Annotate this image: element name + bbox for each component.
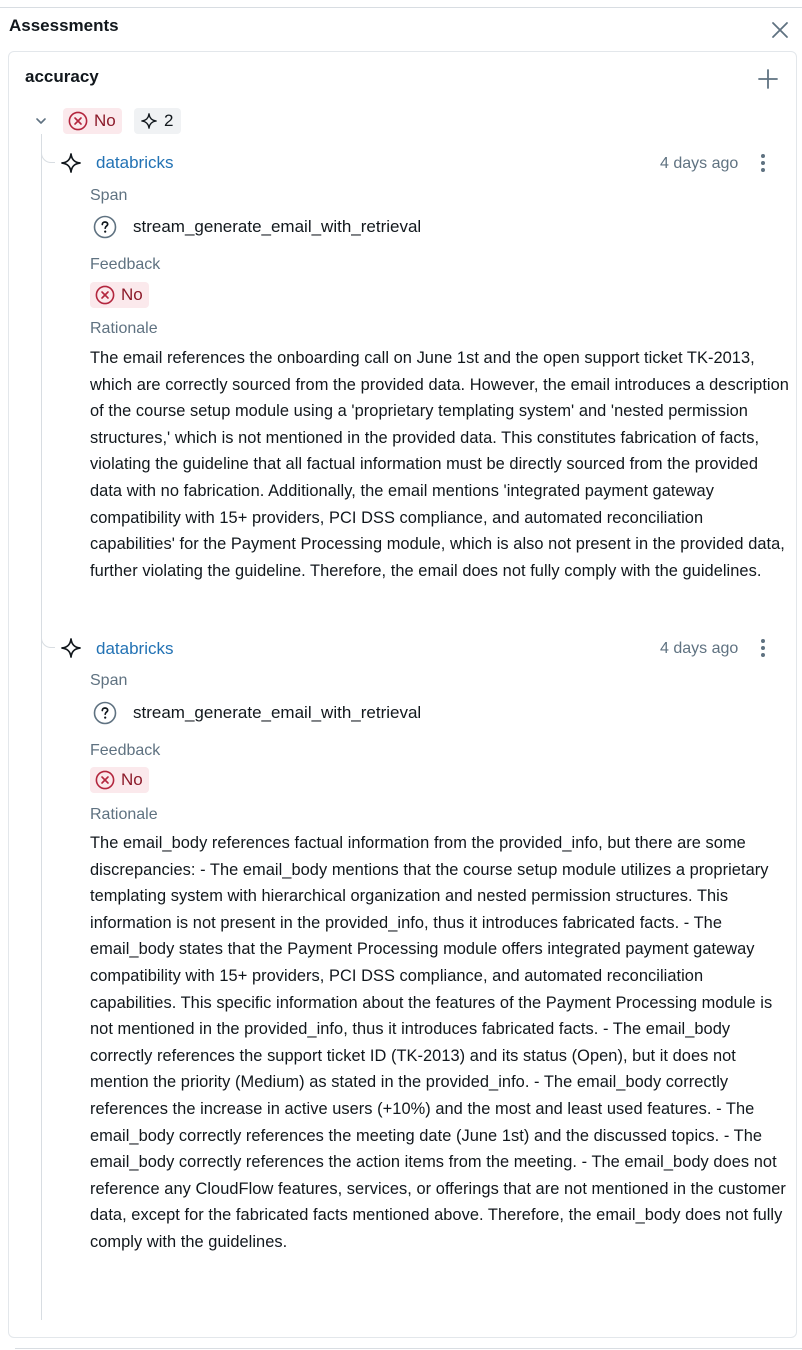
x-circle-icon bbox=[95, 770, 115, 790]
rationale-text: The email references the onboarding call… bbox=[90, 349, 789, 580]
feedback-verdict-label: No bbox=[121, 285, 143, 304]
rationale-label: Rationale bbox=[90, 320, 158, 337]
x-circle-icon bbox=[68, 111, 88, 131]
span-label: Span bbox=[90, 672, 128, 689]
kebab-menu-icon[interactable] bbox=[759, 152, 767, 174]
chevron-down-icon[interactable] bbox=[33, 113, 49, 129]
panel-title: Assessments bbox=[9, 16, 119, 35]
span-row[interactable]: stream_generate_email_with_retrieval bbox=[93, 701, 421, 725]
span-name: stream_generate_email_with_retrieval bbox=[133, 217, 422, 236]
summary-verdict-tag: No bbox=[63, 108, 122, 134]
source-link[interactable]: databricks bbox=[96, 639, 173, 659]
question-circle-icon bbox=[93, 215, 117, 239]
feedback-verdict-tag: No bbox=[90, 767, 149, 793]
x-circle-icon bbox=[95, 285, 115, 305]
timestamp: 4 days ago bbox=[660, 155, 739, 172]
rationale-text: The email_body references factual inform… bbox=[90, 834, 786, 1251]
summary-verdict-label: No bbox=[94, 111, 116, 130]
judge-count-tag: 2 bbox=[134, 108, 182, 134]
span-label: Span bbox=[90, 187, 128, 204]
timestamp: 4 days ago bbox=[660, 640, 739, 657]
source-link[interactable]: databricks bbox=[96, 153, 173, 173]
thread-line bbox=[41, 134, 42, 1320]
sparkle-icon bbox=[61, 638, 81, 658]
assessment-name: accuracy bbox=[25, 67, 99, 86]
sparkle-icon bbox=[61, 153, 81, 173]
feedback-verdict-label: No bbox=[121, 770, 143, 789]
feedback-label: Feedback bbox=[90, 256, 161, 273]
span-row[interactable]: stream_generate_email_with_retrieval bbox=[93, 215, 421, 239]
judge-count: 2 bbox=[164, 111, 174, 130]
top-divider bbox=[0, 7, 802, 8]
sparkle-icon bbox=[141, 113, 157, 129]
close-icon[interactable] bbox=[769, 19, 791, 41]
feedback-verdict-tag: No bbox=[90, 282, 149, 308]
kebab-menu-icon[interactable] bbox=[759, 637, 767, 659]
plus-icon[interactable] bbox=[757, 68, 779, 90]
rationale-label: Rationale bbox=[90, 806, 158, 823]
feedback-label: Feedback bbox=[90, 742, 161, 759]
question-circle-icon bbox=[93, 701, 117, 725]
span-name: stream_generate_email_with_retrieval bbox=[133, 703, 422, 722]
bottom-divider bbox=[15, 1348, 802, 1349]
